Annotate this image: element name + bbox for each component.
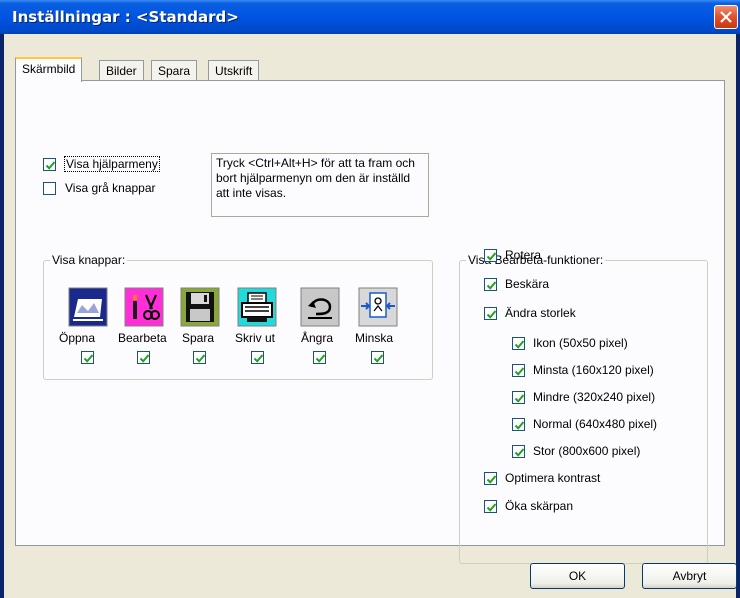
cancel-button[interactable]: Avbryt: [642, 563, 737, 589]
shrink-button-label: Minska: [355, 331, 394, 345]
size-icon-label: Ikon (50x50 pixel): [533, 336, 628, 350]
dialog-body: Skärmbild Bilder Spara Utskrift Visa hjä…: [4, 34, 736, 598]
checkmark-icon: [514, 340, 525, 349]
shrink-icon: [358, 287, 398, 327]
close-button[interactable]: [714, 5, 738, 29]
tab-utskrift[interactable]: Utskrift: [208, 60, 260, 81]
printer-icon: [237, 287, 277, 327]
sharpen-label: Öka skärpan: [505, 499, 574, 513]
open-button-preview: [68, 287, 108, 327]
settings-window: Inställningar : <Standard> Skärmbild Bil…: [0, 0, 740, 598]
size-large-checkbox[interactable]: [512, 445, 525, 458]
rotate-checkbox[interactable]: [484, 249, 497, 262]
checkmark-icon: [514, 421, 525, 430]
ok-button[interactable]: OK: [530, 563, 625, 589]
edit-button-preview: [124, 287, 164, 327]
optimize-contrast-label: Optimera kontrast: [505, 471, 601, 485]
save-button-preview: [180, 287, 220, 327]
size-normal-label: Normal (640x480 pixel): [533, 417, 658, 431]
undo-icon: [300, 287, 340, 327]
print-button-checkbox[interactable]: [251, 351, 264, 364]
open-folder-icon: [68, 287, 108, 327]
sharpen-checkbox[interactable]: [484, 500, 497, 513]
save-button-label: Spara: [182, 331, 215, 345]
open-button-label: Öppna: [59, 331, 96, 345]
edit-tools-icon: [124, 287, 164, 327]
window-title: Inställningar : <Standard>: [12, 8, 239, 26]
size-smallest-label: Minsta (160x120 pixel): [533, 363, 654, 377]
tab-skarmbild[interactable]: Skärmbild: [15, 57, 83, 82]
tab-bilder[interactable]: Bilder: [99, 60, 144, 81]
rotate-label: Rotera: [505, 248, 542, 262]
title-bar: Inställningar : <Standard>: [0, 0, 740, 34]
crop-checkbox[interactable]: [484, 278, 497, 291]
undo-button-label: Ångra: [301, 331, 334, 345]
resize-checkbox[interactable]: [484, 307, 497, 320]
checkmark-icon: [45, 161, 56, 170]
checkmark-icon: [486, 281, 497, 290]
show-buttons-group: Visa knappar: Öppna Bearbeta Spara Skriv…: [43, 253, 433, 380]
edit-functions-group: Visa Bearbeta-funktioner:: [459, 253, 708, 564]
checkmark-icon: [139, 354, 150, 363]
undo-button-checkbox[interactable]: [313, 351, 326, 364]
save-button-checkbox[interactable]: [193, 351, 206, 364]
checkmark-icon: [253, 354, 264, 363]
show-gray-buttons-checkbox[interactable]: [43, 182, 56, 195]
shrink-button-checkbox[interactable]: [371, 351, 384, 364]
checkmark-icon: [486, 475, 497, 484]
checkmark-icon: [486, 503, 497, 512]
optimize-contrast-checkbox[interactable]: [484, 472, 497, 485]
print-button-preview: [237, 287, 277, 327]
size-icon-checkbox[interactable]: [512, 337, 525, 350]
edit-button-label: Bearbeta: [118, 331, 167, 345]
checkmark-icon: [486, 310, 497, 319]
size-smaller-checkbox[interactable]: [512, 391, 525, 404]
size-large-label: Stor (800x600 pixel): [533, 444, 641, 458]
edit-button-checkbox[interactable]: [137, 351, 150, 364]
tab-panel-skarmbild: Visa hjälparmeny Visa grå knappar Tryck …: [15, 80, 725, 564]
show-help-menu-label: Visa hjälparmeny: [64, 156, 160, 172]
size-smaller-label: Mindre (320x240 pixel): [533, 390, 656, 404]
open-button-checkbox[interactable]: [81, 351, 94, 364]
floppy-disk-icon: [180, 287, 220, 327]
shrink-button-preview: [358, 287, 398, 327]
resize-label: Ändra storlek: [505, 306, 576, 320]
checkmark-icon: [315, 354, 326, 363]
checkmark-icon: [514, 394, 525, 403]
checkmark-icon: [486, 252, 497, 261]
checkmark-icon: [83, 354, 94, 363]
size-smallest-checkbox[interactable]: [512, 364, 525, 377]
help-info-text: Tryck <Ctrl+Alt+H> för att ta fram och b…: [211, 153, 429, 217]
size-normal-checkbox[interactable]: [512, 418, 525, 431]
checkmark-icon: [514, 448, 525, 457]
show-gray-buttons-label: Visa grå knappar: [65, 181, 156, 195]
print-button-label: Skriv ut: [235, 331, 276, 345]
crop-label: Beskära: [505, 277, 550, 291]
tab-spara[interactable]: Spara: [151, 60, 198, 81]
undo-button-preview: [300, 287, 340, 327]
show-help-menu-checkbox[interactable]: [43, 158, 56, 171]
show-buttons-group-title: Visa knappar:: [50, 253, 128, 267]
checkmark-icon: [195, 354, 206, 363]
checkmark-icon: [373, 354, 384, 363]
close-icon: [720, 11, 732, 23]
checkmark-icon: [514, 367, 525, 376]
